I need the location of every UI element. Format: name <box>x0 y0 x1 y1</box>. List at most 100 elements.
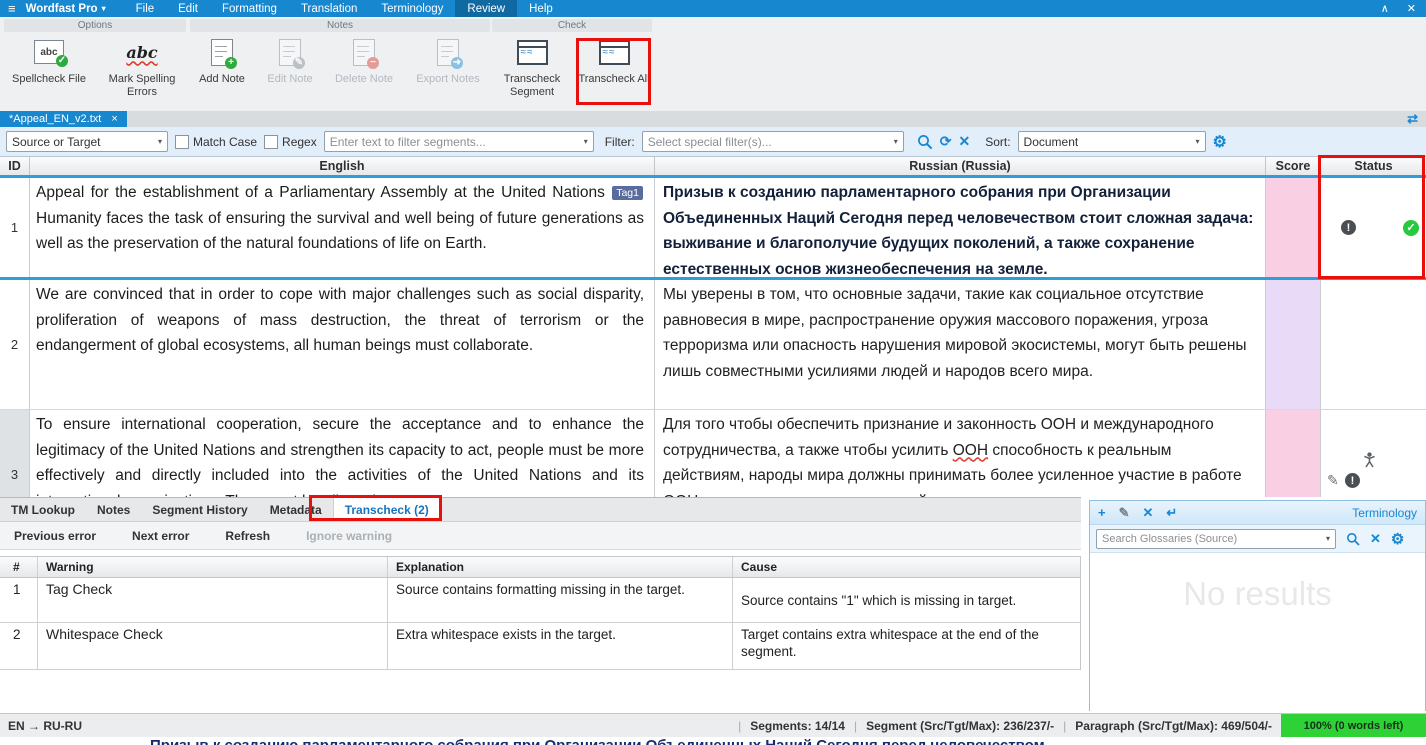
status-cell <box>1321 280 1426 409</box>
tab-close-icon[interactable]: × <box>111 113 117 125</box>
ribbon-group-notes: Notes <box>190 19 490 32</box>
menu-items: File Edit Formatting Translation Termino… <box>124 0 565 17</box>
ribbon-group-options: Options <box>4 19 186 32</box>
edit-pencil-icon[interactable]: ✎ <box>1327 472 1339 489</box>
edit-term-icon[interactable]: ✎ <box>1119 505 1130 521</box>
warning-icon[interactable]: ! <box>1345 473 1360 488</box>
status-bar: EN → RU-RU | Segments: 14/14 | Segment (… <box>0 713 1426 737</box>
add-term-icon[interactable]: + <box>1098 505 1106 520</box>
hamburger-icon[interactable]: ≡ <box>0 1 22 16</box>
col-number: # <box>0 557 38 577</box>
glossary-settings-gear-icon[interactable]: ⚙ <box>1391 530 1404 548</box>
add-note-button[interactable]: + Add Note <box>190 34 254 108</box>
segment-row[interactable]: 3 To ensure international cooperation, s… <box>0 410 1426 497</box>
tab-metadata[interactable]: Metadata <box>259 498 333 521</box>
segment-target[interactable]: Мы уверены в том, что основные задачи, т… <box>655 280 1266 409</box>
clipped-background-window: Призыв к созданию парламентарного собран… <box>0 737 1426 745</box>
close-window-icon[interactable]: ✕ <box>1407 2 1416 15</box>
transcheck-row[interactable]: 1 Tag Check Source contains formatting m… <box>0 578 1080 623</box>
segment-row[interactable]: 2 We are convinced that in order to cope… <box>0 280 1426 410</box>
next-error-button[interactable]: Next error <box>132 529 189 543</box>
delete-note-button: − Delete Note <box>326 34 402 108</box>
column-header-status: Status <box>1321 157 1426 175</box>
menu-review[interactable]: Review <box>455 0 517 17</box>
tab-notes[interactable]: Notes <box>86 498 141 521</box>
clear-glossary-search-icon[interactable]: ✕ <box>1370 531 1381 547</box>
document-tab[interactable]: *Appeal_EN_v2.txt × <box>0 111 127 127</box>
transcheck-segment-button[interactable]: Transcheck Segment <box>494 34 570 108</box>
menu-formatting[interactable]: Formatting <box>210 0 289 17</box>
collapse-ribbon-icon[interactable]: ∧ <box>1381 2 1389 15</box>
segment-source[interactable]: Appeal for the establishment of a Parlia… <box>30 178 655 277</box>
window-controls: ∧ ✕ <box>1381 2 1426 15</box>
delete-term-icon[interactable]: ✕ <box>1143 505 1154 521</box>
document-tab-bar: *Appeal_EN_v2.txt × ⇄ <box>0 111 1426 127</box>
warning-icon[interactable]: ! <box>1341 220 1356 235</box>
paragraph-char-counts: Paragraph (Src/Tgt/Max): 469/504/- <box>1066 719 1281 733</box>
checkbox-box[interactable] <box>264 135 278 149</box>
column-header-score: Score <box>1266 157 1321 175</box>
refresh-button[interactable]: Refresh <box>225 529 270 543</box>
tab-tm-lookup[interactable]: TM Lookup <box>0 498 86 521</box>
sort-select[interactable]: Document ▾ <box>1018 131 1206 152</box>
column-header-target: Russian (Russia) <box>655 157 1266 175</box>
menu-edit[interactable]: Edit <box>166 0 210 17</box>
restore-layout-icon[interactable]: ⇄ <box>1407 111 1418 127</box>
segment-char-counts: Segment (Src/Tgt/Max): 236/237/- <box>857 719 1063 733</box>
segment-source[interactable]: We are convinced that in order to cope w… <box>30 280 655 409</box>
filter-scope-select[interactable]: Source or Target ▾ <box>6 131 168 152</box>
wordfast-pro-window: ≡ Wordfast Pro ▾ File Edit Formatting Tr… <box>0 0 1426 745</box>
tab-transcheck[interactable]: Transcheck (2) <box>333 498 441 521</box>
glossary-search-input[interactable]: Search Glossaries (Source) ▾ <box>1096 529 1336 549</box>
translator-person-icon[interactable] <box>1363 452 1376 473</box>
col-explanation: Explanation <box>388 557 733 577</box>
mark-spelling-errors-button[interactable]: abc Mark Spelling Errors <box>96 34 188 108</box>
special-filter-select[interactable]: Select special filter(s)... ▾ <box>642 131 904 152</box>
filter-settings-gear-icon[interactable]: ⚙ <box>1213 132 1227 152</box>
clear-filter-icon[interactable]: ✕ <box>958 133 970 150</box>
chevron-down-icon: ▾ <box>894 137 898 146</box>
progress-indicator: 100% (0 words left) <box>1281 714 1426 737</box>
terminology-panel: + ✎ ✕ ↵ Terminology Search Glossaries (S… <box>1089 500 1426 711</box>
segment-source[interactable]: To ensure international cooperation, sec… <box>30 410 655 497</box>
match-case-checkbox[interactable]: Match Case <box>175 135 257 149</box>
filter-text-input[interactable]: Enter text to filter segments... ▾ <box>324 131 594 152</box>
score-cell <box>1266 280 1321 409</box>
status-cell: ! ✓ <box>1321 178 1426 277</box>
add-note-icon: + <box>211 34 233 70</box>
chevron-down-icon: ▾ <box>1196 137 1200 146</box>
spellcheck-file-button[interactable]: abc✓ Spellcheck File <box>6 34 92 108</box>
app-brand-menu[interactable]: Wordfast Pro ▾ <box>22 3 110 15</box>
clipped-background-text: Призыв к созданию парламентарного собран… <box>0 737 1426 745</box>
search-glossary-icon[interactable] <box>1346 532 1360 546</box>
language-pair: EN → RU-RU <box>0 719 82 733</box>
status-cell: ✎ ! <box>1321 410 1426 497</box>
menu-translation[interactable]: Translation <box>289 0 369 17</box>
tab-segment-history[interactable]: Segment History <box>141 498 258 521</box>
segment-target[interactable]: Призыв к созданию парламентарного собран… <box>655 178 1266 277</box>
refresh-filter-icon[interactable]: ⟳ <box>940 133 952 150</box>
bottom-panel-tabs: TM Lookup Notes Segment History Metadata… <box>0 498 1081 522</box>
menu-file[interactable]: File <box>124 0 167 17</box>
transcheck-row[interactable]: 2 Whitespace Check Extra whitespace exis… <box>0 623 1080 670</box>
score-cell <box>1266 178 1321 277</box>
checkbox-box[interactable] <box>175 135 189 149</box>
inline-tag[interactable]: Tag1 <box>612 186 643 200</box>
terminology-empty-state: No results <box>1090 553 1425 725</box>
filter-bar: Source or Target ▾ Match Case Regex Ente… <box>0 127 1426 157</box>
transcheck-all-button[interactable]: Transcheck All <box>578 34 650 108</box>
regex-checkbox[interactable]: Regex <box>264 135 317 149</box>
search-icon[interactable] <box>917 134 933 150</box>
column-header-source: English <box>30 157 655 175</box>
confirmed-check-icon[interactable]: ✓ <box>1403 220 1419 236</box>
menu-terminology[interactable]: Terminology <box>369 0 455 17</box>
segment-row[interactable]: 1 Appeal for the establishment of a Parl… <box>0 175 1426 280</box>
insert-term-icon[interactable]: ↵ <box>1166 505 1177 521</box>
segment-target[interactable]: Для того чтобы обеспечить признание и за… <box>655 410 1266 497</box>
transcheck-table: # Warning Explanation Cause 1 Tag Check … <box>0 556 1081 670</box>
transcheck-table-header: # Warning Explanation Cause <box>0 557 1080 578</box>
segments-count: Segments: 14/14 <box>741 719 854 733</box>
menu-help[interactable]: Help <box>517 0 565 17</box>
previous-error-button[interactable]: Previous error <box>14 529 96 543</box>
score-cell <box>1266 410 1321 497</box>
